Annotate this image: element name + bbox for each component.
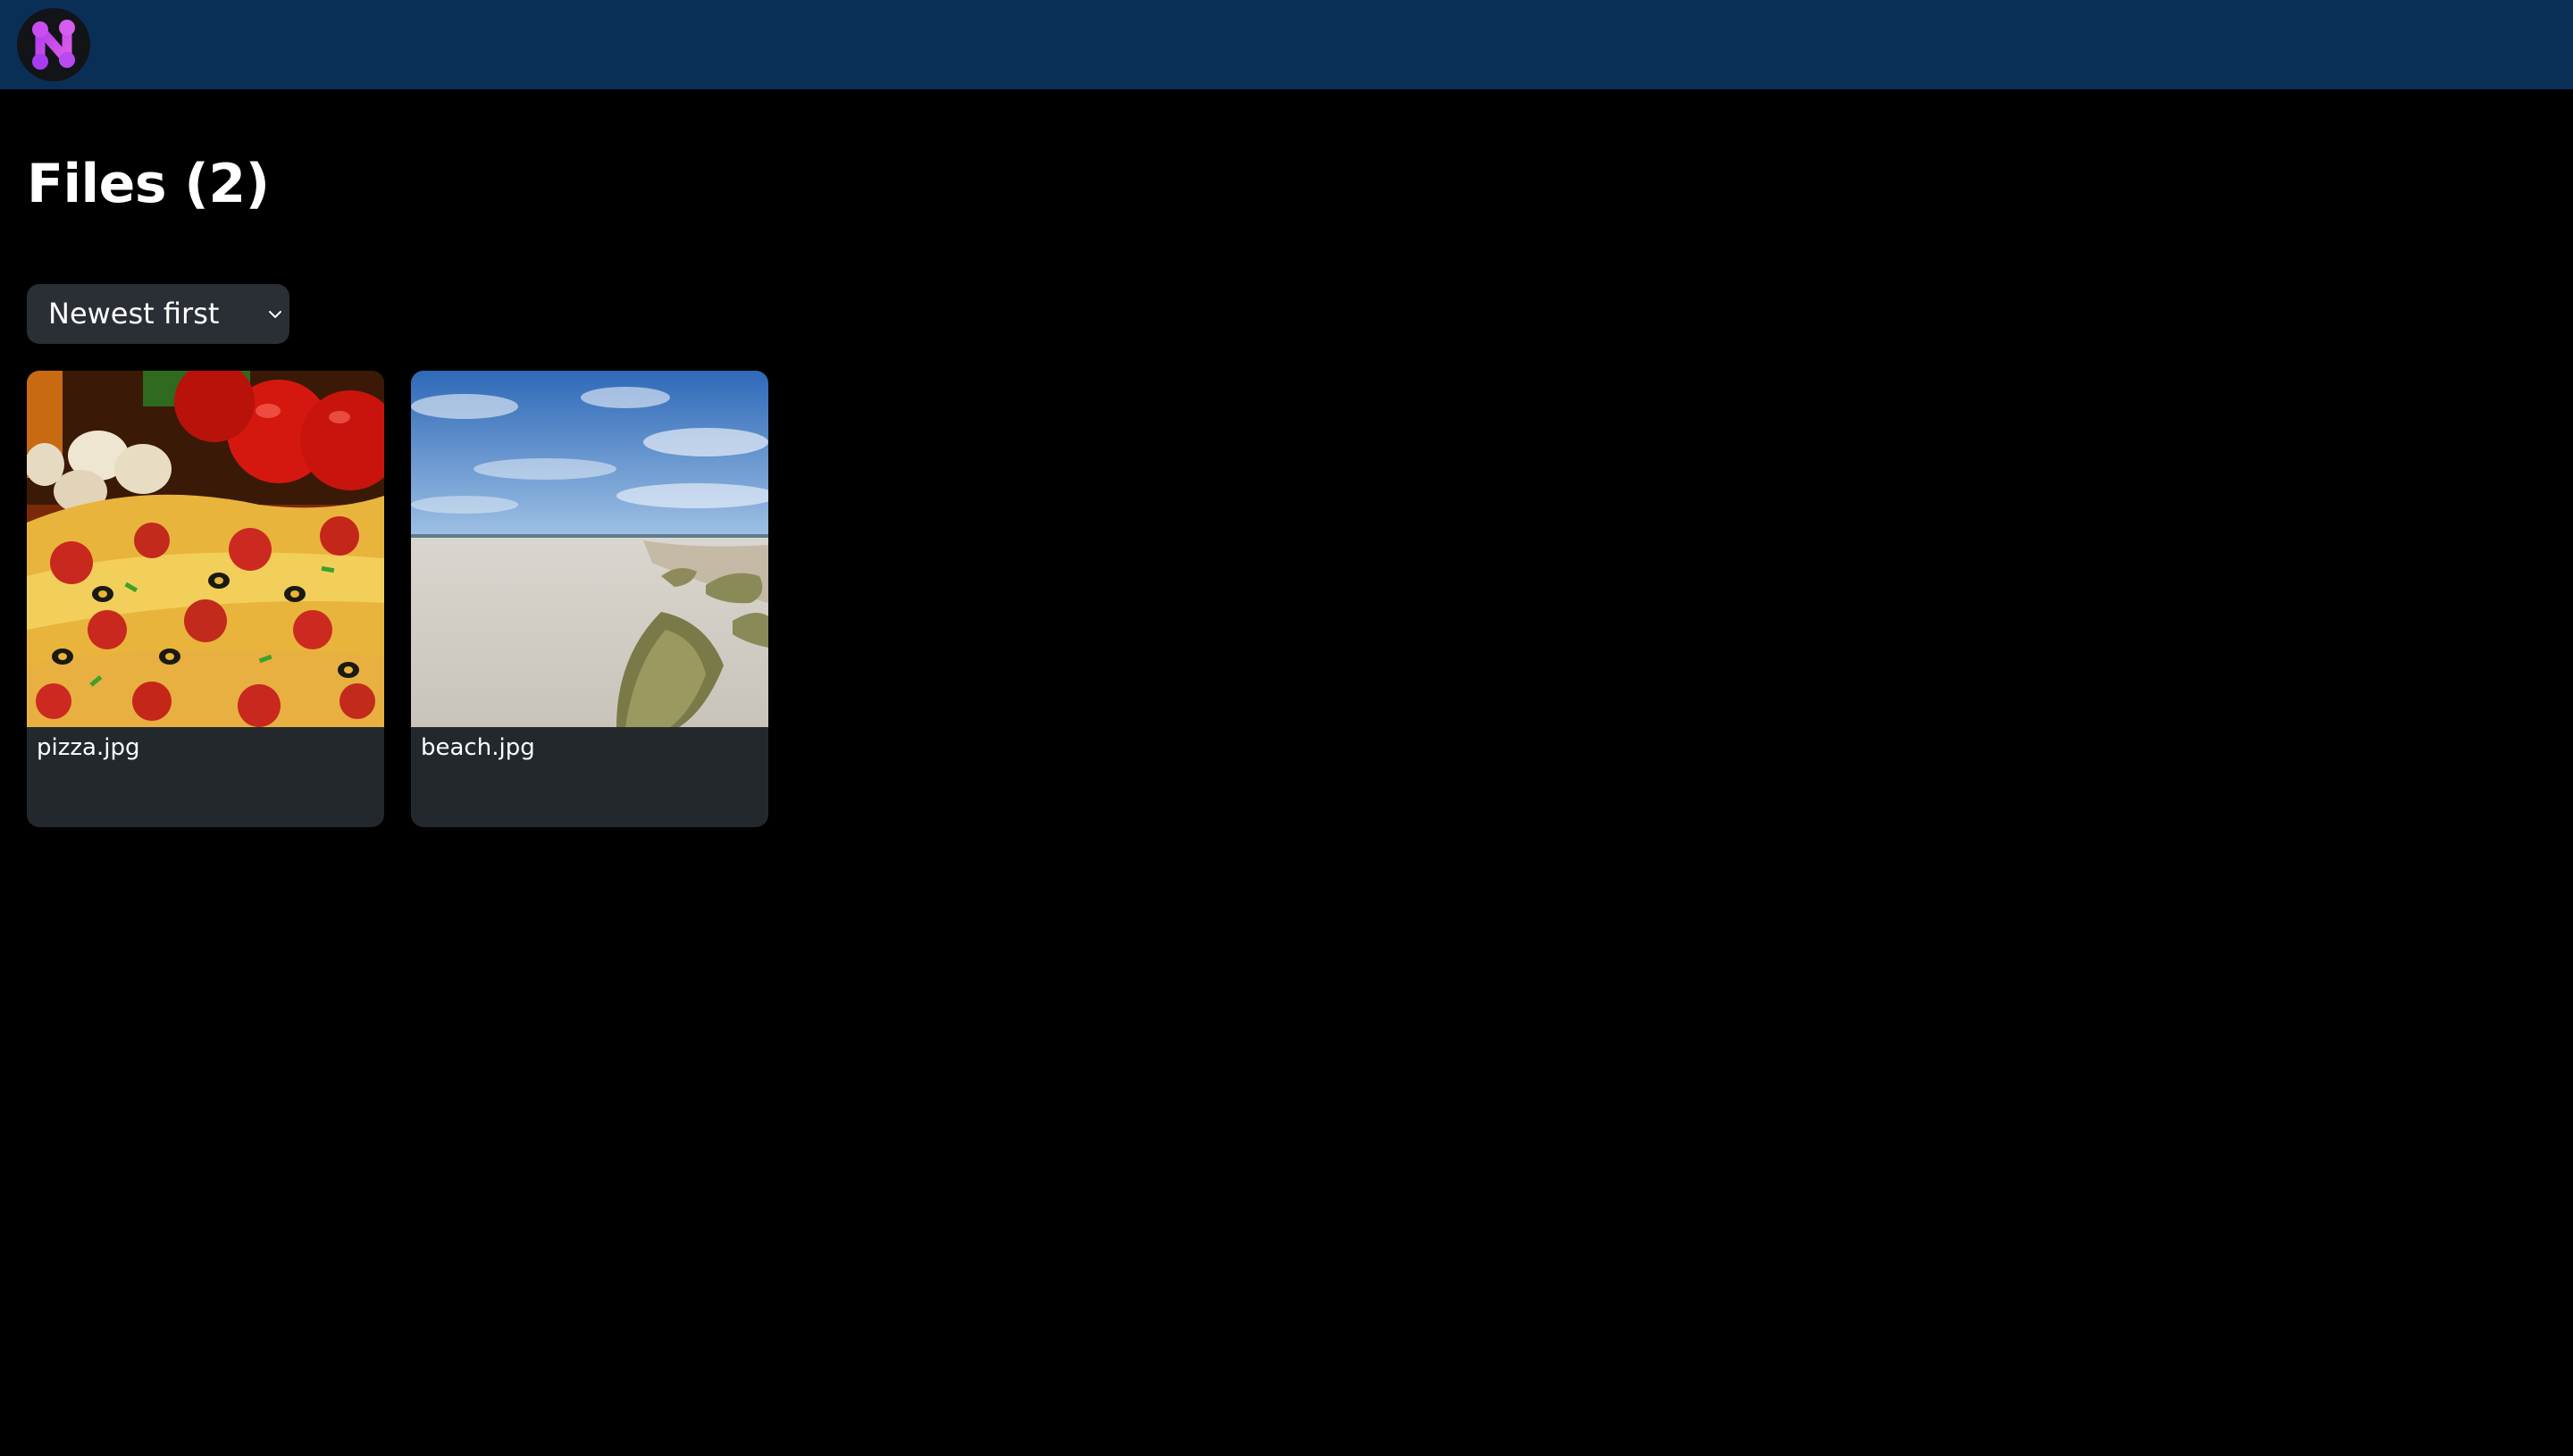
pizza-image[interactable] [27,371,384,727]
page-title: Files (2) [27,153,270,215]
beach-image[interactable] [411,371,768,727]
file-name: pizza.jpg [37,734,140,761]
top-bar [0,0,2573,89]
sort-select-value: Newest first [48,297,220,331]
file-name: beach.jpg [421,734,535,761]
app-logo-icon[interactable] [17,8,90,81]
file-card-pizza[interactable]: pizza.jpg [27,371,384,827]
file-card-beach[interactable]: beach.jpg [411,371,768,827]
chevron-down-icon [269,311,281,318]
sort-select[interactable]: Newest first [27,284,289,344]
